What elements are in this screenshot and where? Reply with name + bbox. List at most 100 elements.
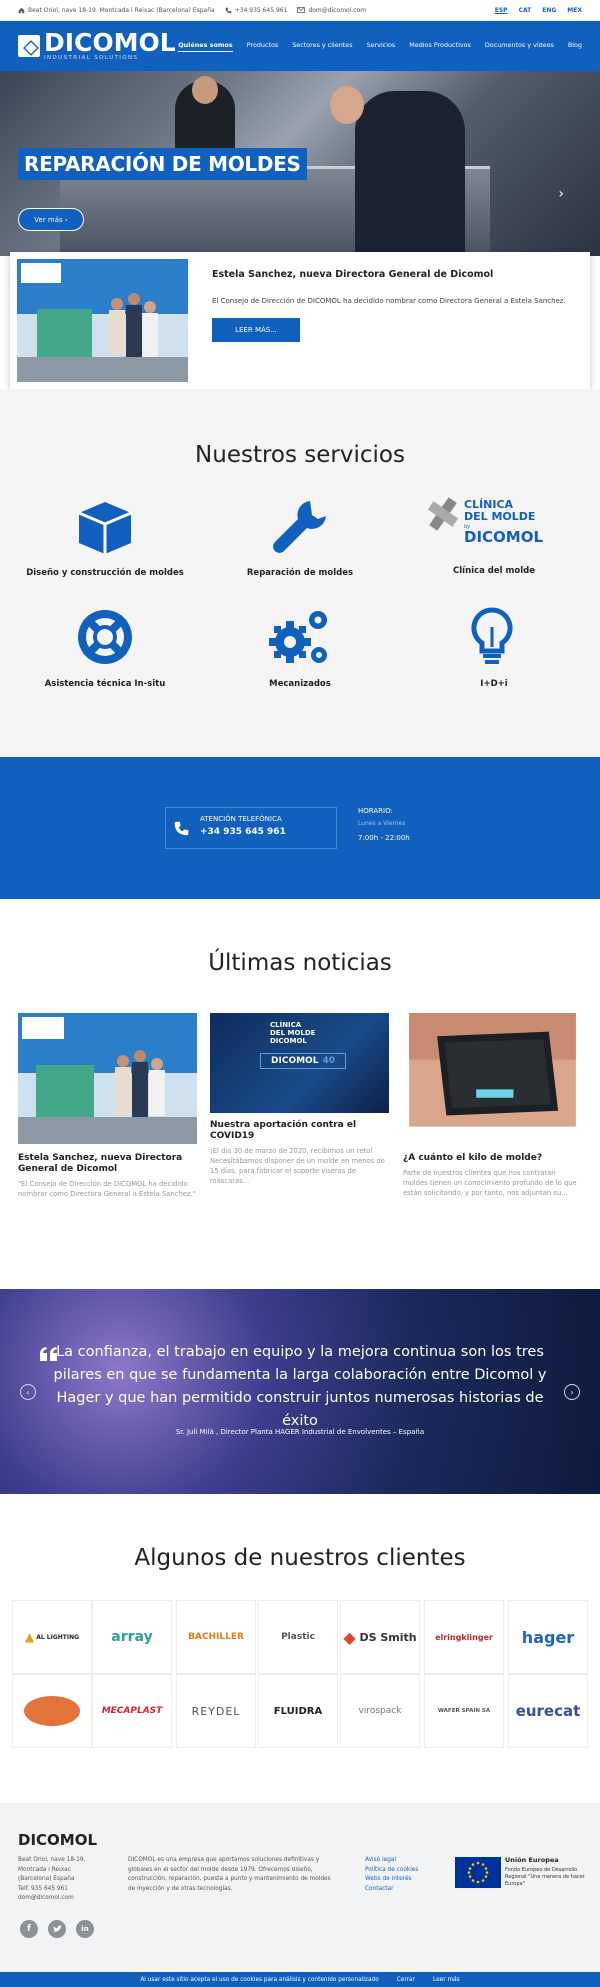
client-logo-elringklinger: elringklinger: [424, 1600, 504, 1674]
service-rdi-label[interactable]: I+D+i: [394, 679, 594, 689]
services-title: Nuestros servicios: [195, 442, 405, 468]
footer-logo[interactable]: DICOMOL: [18, 1831, 97, 1849]
covid-img-brand: DICOMOL: [270, 1037, 307, 1045]
site-logo[interactable]: DICOMOL INDUSTRIAL SOLUTIONS: [18, 30, 176, 61]
menu-quienes-somos[interactable]: Quiénes somos: [178, 41, 233, 52]
eu-text: Fondo Europeo de Desarrollo Regional "Un…: [505, 1867, 585, 1887]
menu-servicios[interactable]: Servicios: [367, 41, 396, 52]
featured-news-title[interactable]: Estela Sanchez, nueva Directora General …: [212, 269, 493, 280]
client-logo-text: AL LIGHTING: [36, 1633, 80, 1641]
cube-icon: [78, 502, 132, 554]
testimonial-quote: La confianza, el trabajo en equipo y la …: [53, 1344, 547, 1429]
cookie-text: Al usar este sitio acepta el uso de cook…: [140, 1976, 379, 1983]
clients-title: Algunos de nuestros clientes: [134, 1545, 466, 1571]
news-image: CLÍNICA DEL MOLDE DICOMOL DICOMOL 40: [210, 1013, 389, 1113]
covid-img-badge-num: 40: [322, 1056, 335, 1066]
gears-icon: [269, 611, 327, 663]
cookie-close-button[interactable]: Cerrar: [397, 1977, 415, 1983]
service-design-label[interactable]: Diseño y construcción de moldes: [5, 568, 205, 578]
lifebuoy-icon: [78, 610, 132, 664]
chevron-right-icon: ›: [62, 215, 68, 224]
mail-icon: [297, 7, 306, 13]
lang-mex[interactable]: MEX: [567, 7, 582, 14]
news-item-excerpt: ¡El día 30 de marzo de 2020, recibimos u…: [210, 1147, 385, 1185]
footer-link-cookies[interactable]: Política de cookies: [365, 1866, 418, 1876]
covid-img-line1: CLÍNICA: [270, 1021, 302, 1029]
hours-days: Lunes a Viernes: [358, 820, 406, 827]
service-clinica-label[interactable]: Clínica del molde: [394, 566, 594, 576]
home-icon: [18, 7, 25, 13]
service-machining-label[interactable]: Mecanizados: [200, 679, 400, 689]
services-section: Nuestros servicios Diseño y construcción…: [0, 389, 600, 757]
news-item[interactable]: ¿A cuánto el kilo de molde? Parte de nue…: [403, 1013, 582, 1198]
eu-title: Unión Europea: [505, 1856, 559, 1864]
client-logo-plastic: Plastic: [258, 1600, 338, 1674]
clinica-logo[interactable]: CLÍNICA DEL MOLDE by DICOMOL: [428, 497, 568, 552]
client-logo-hager: hager: [508, 1600, 588, 1674]
news-item[interactable]: Estela Sanchez, nueva Directora General …: [18, 1013, 197, 1199]
hero-more-button[interactable]: Ver más ›: [18, 208, 84, 231]
news-item-title[interactable]: ¿A cuánto el kilo de molde?: [403, 1153, 582, 1164]
twitter-icon[interactable]: [48, 1920, 66, 1938]
wrench-icon: [273, 501, 326, 553]
hours-value: 7:00h - 22:00h: [358, 834, 410, 842]
footer-link-contact[interactable]: Contactar: [365, 1885, 418, 1895]
eu-flag-icon: [455, 1857, 501, 1888]
client-logo-al-lighting: ▲ AL LIGHTING: [12, 1600, 92, 1674]
client-logo-bachiller: BACHILLER: [176, 1600, 256, 1674]
hero-slider: REPARACIÓN DE MOLDES Ver más › ›: [0, 71, 600, 256]
cookie-more-link[interactable]: Leer más: [433, 1977, 460, 1983]
menu-blog[interactable]: Blog: [568, 41, 582, 52]
logo-mark: [18, 35, 40, 57]
client-logo-oval: [12, 1674, 92, 1748]
news-item-excerpt: Parte de nuestros clientes que nos contr…: [403, 1169, 577, 1197]
testimonial-next-icon[interactable]: ›: [564, 1384, 580, 1400]
address-text: Beat Oriol, nave 18-19. Montcada i Reixa…: [28, 6, 215, 14]
logo-wordmark: DICOMOL: [44, 27, 176, 57]
facebook-icon[interactable]: f: [20, 1920, 38, 1938]
client-logo-fluidra: FLUIDRA: [258, 1674, 338, 1748]
hero-worker-1-head: [192, 76, 218, 104]
clinica-logo-brand: DICOMOL: [464, 528, 544, 546]
phone-number[interactable]: +34 935 645 961: [200, 827, 286, 837]
lang-esp[interactable]: ESP: [495, 7, 508, 14]
client-logo-dssmith: ◆ DS Smith: [340, 1600, 420, 1674]
client-logo-text: DS Smith: [359, 1630, 417, 1644]
menu-productos[interactable]: Productos: [247, 41, 279, 52]
hero-title: REPARACIÓN DE MOLDES: [18, 148, 307, 180]
email-info[interactable]: dom@dicomol.com: [297, 7, 366, 14]
footer-links: Aviso legal Política de cookies Webs de …: [365, 1856, 418, 1894]
email-text: dom@dicomol.com: [308, 6, 367, 14]
slider-next-icon[interactable]: ›: [558, 186, 564, 202]
phone-info[interactable]: +34 935 645 961: [225, 7, 287, 14]
client-logo-array: array: [92, 1600, 172, 1674]
service-repair-label[interactable]: Reparación de moldes: [200, 568, 400, 578]
menu-sectores[interactable]: Sectores y clientes: [292, 41, 352, 52]
client-oval-shape: [24, 1696, 80, 1726]
client-logo-virospack: virospack: [340, 1674, 420, 1748]
news-item[interactable]: CLÍNICA DEL MOLDE DICOMOL DICOMOL 40 Nue…: [210, 1013, 389, 1186]
menu-documentos[interactable]: Documentos y vídeos: [485, 41, 554, 52]
contact-band: ATENCIÓN TELEFÓNICA +34 935 645 961 HORA…: [0, 757, 600, 899]
language-switcher: ESP CAT ENG MEX: [495, 7, 582, 14]
service-assistance-label[interactable]: Asistencia técnica In-situ: [5, 679, 205, 689]
testimonial-section: La confianza, el trabajo en equipo y la …: [0, 1289, 600, 1494]
news-item-excerpt: "El Consejo de Dirección de DICOMOL ha d…: [18, 1180, 196, 1198]
client-logo-reydel: REYDEL: [176, 1674, 256, 1748]
lang-cat[interactable]: CAT: [519, 7, 532, 14]
linkedin-icon[interactable]: in: [76, 1920, 94, 1938]
covid-img-line2: DEL MOLDE: [270, 1029, 316, 1037]
lang-eng[interactable]: ENG: [542, 7, 556, 14]
hero-more-label: Ver más: [34, 215, 63, 224]
news-item-title[interactable]: Nuestra aportación contra el COVID19: [210, 1120, 389, 1142]
clinica-cross-icon: [428, 497, 458, 531]
read-more-button[interactable]: LEER MÁS...: [212, 318, 300, 342]
news-item-title[interactable]: Estela Sanchez, nueva Directora General …: [18, 1153, 197, 1175]
testimonial-prev-icon[interactable]: ‹: [20, 1384, 36, 1400]
client-logo-mecaplast: MECAPLAST: [92, 1674, 172, 1748]
hero-worker-2: [355, 91, 465, 256]
footer-link-legal[interactable]: Aviso legal: [365, 1856, 418, 1866]
footer-link-interest[interactable]: Webs de interés: [365, 1875, 418, 1885]
menu-medios[interactable]: Medios Productivos: [409, 41, 471, 52]
address-info: Beat Oriol, nave 18-19. Montcada i Reixa…: [18, 7, 215, 14]
